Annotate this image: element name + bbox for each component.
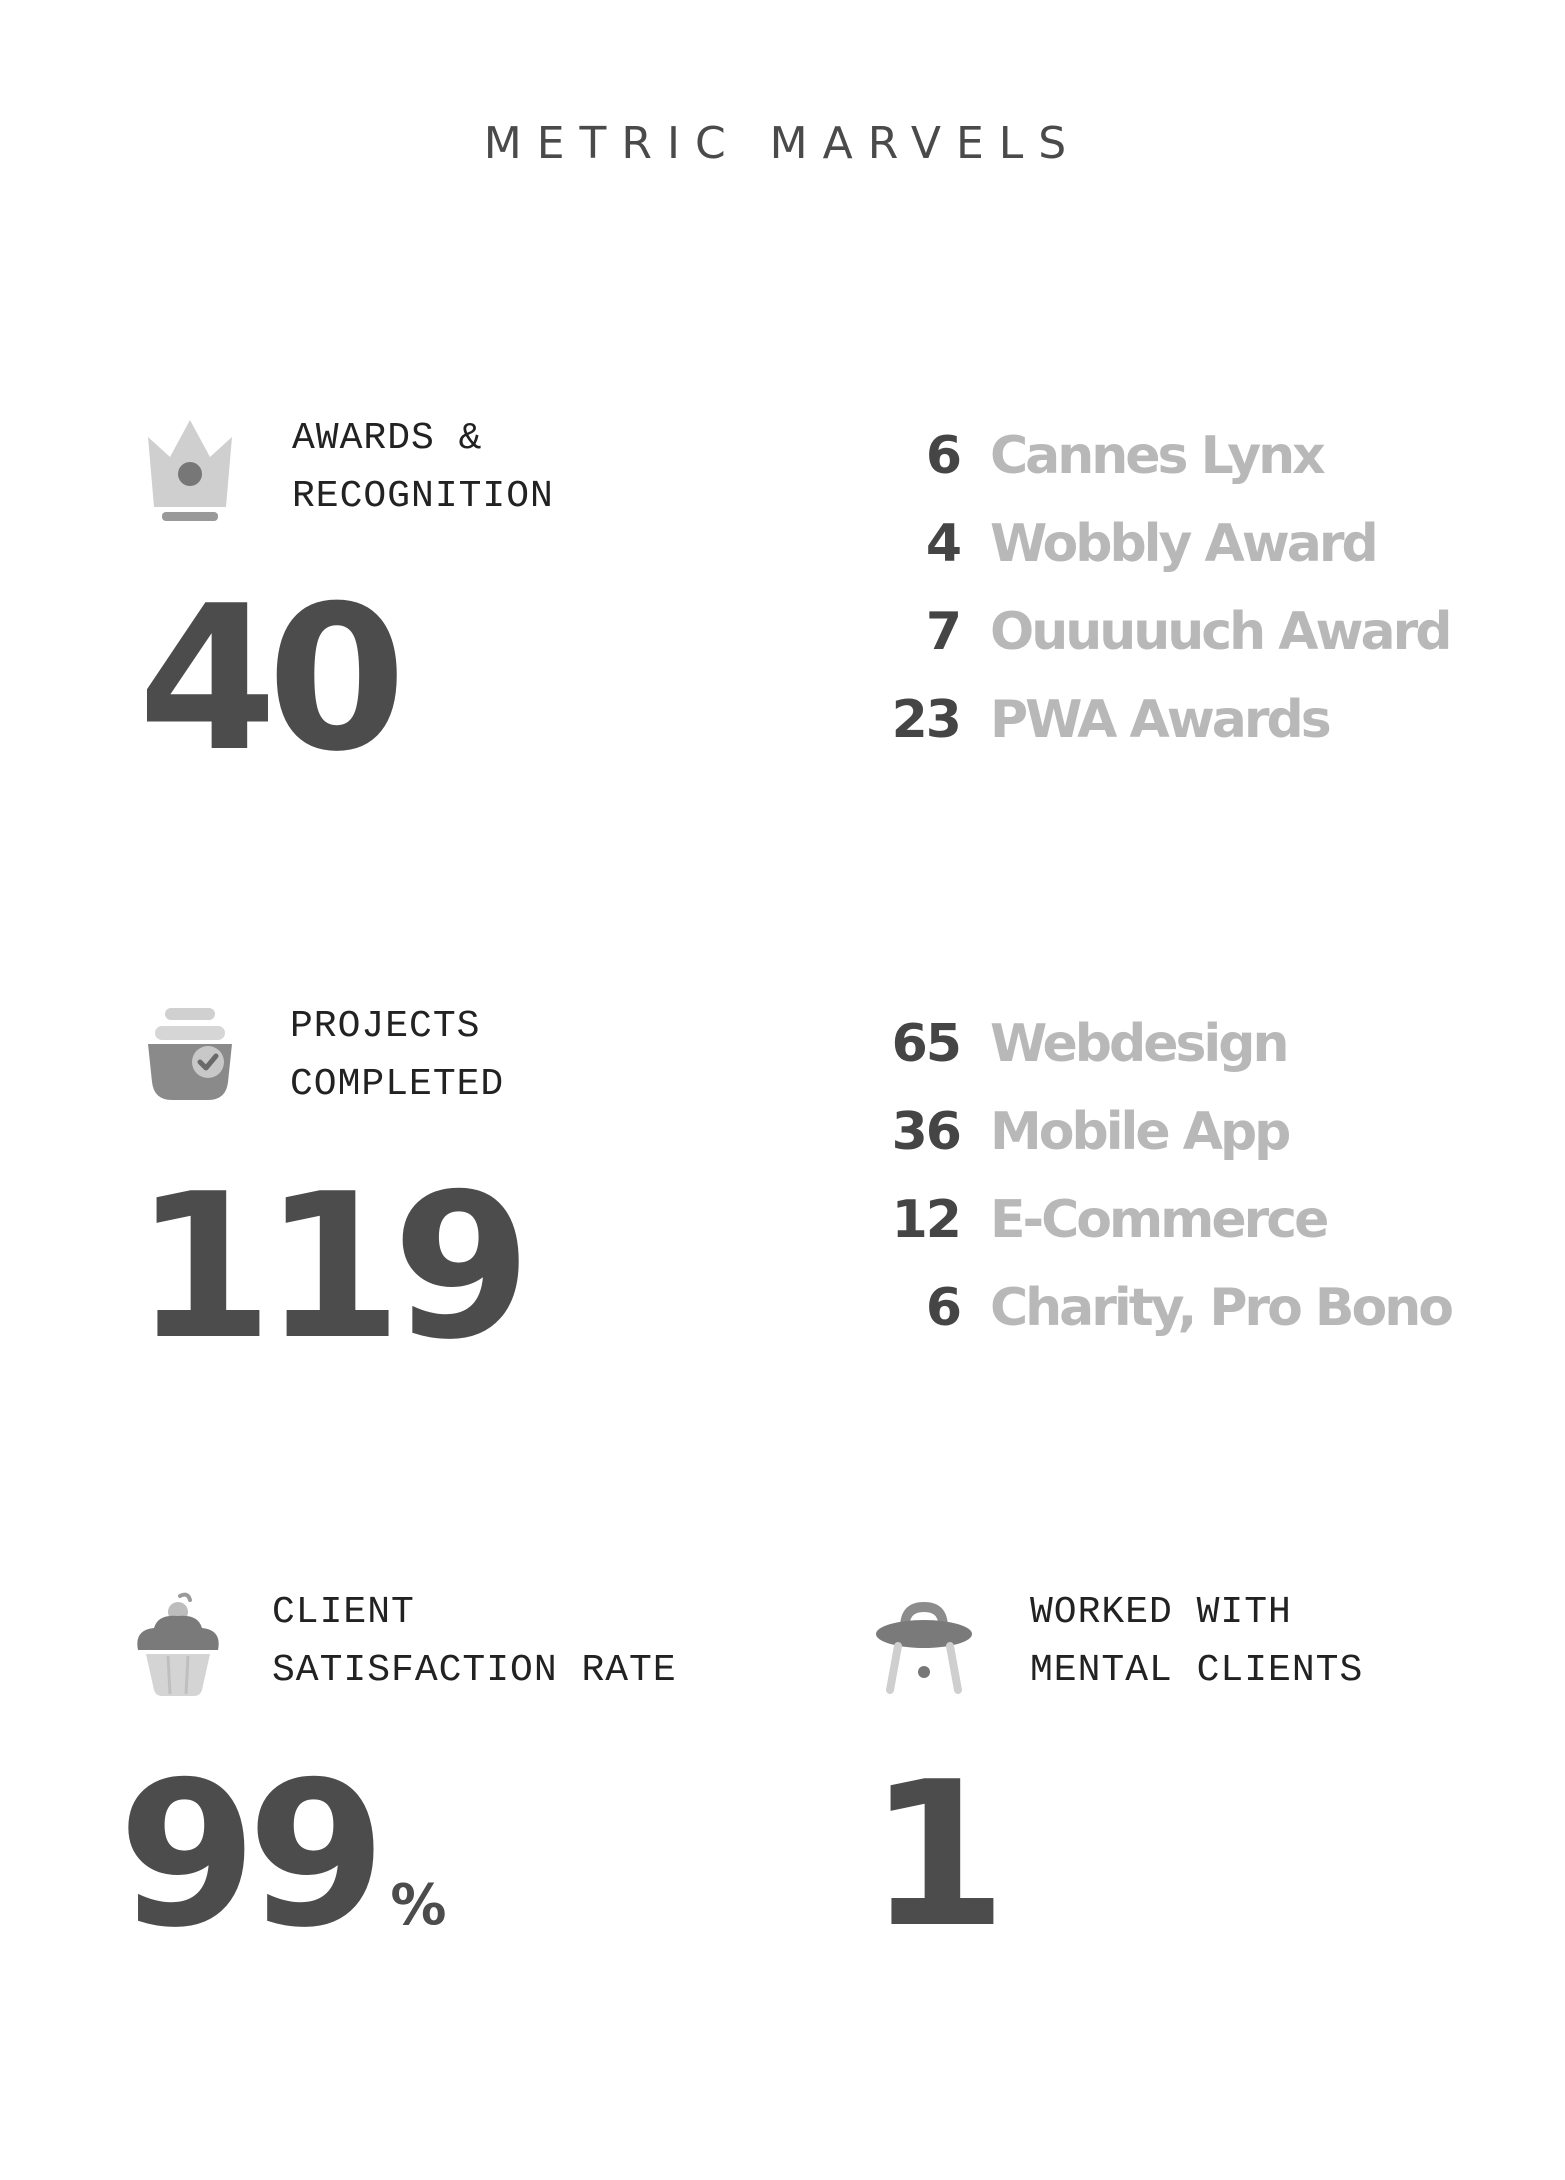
awards-label: AWARDS & RECOGNITION xyxy=(292,410,554,526)
breakdown-count: 7 xyxy=(925,602,962,662)
satisfaction-label-line1: CLIENT xyxy=(272,1591,415,1634)
projects-breakdown-row: 12 E-Commerce xyxy=(880,1176,1520,1264)
satisfaction-label: CLIENT SATISFACTION RATE xyxy=(272,1584,677,1700)
breakdown-count: 6 xyxy=(925,1278,962,1338)
awards-label-line2: RECOGNITION xyxy=(292,475,554,518)
pot-check-icon xyxy=(140,1000,240,1110)
mental-clients-count: 1 xyxy=(868,1739,1007,1972)
breakdown-count: 4 xyxy=(925,514,962,574)
awards-breakdown-row: 4 Wobbly Award xyxy=(880,500,1520,588)
projects-total: 119 xyxy=(134,1151,531,1384)
awards-breakdown: 6 Cannes Lynx 4 Wobbly Award 7 Ouuuuuch … xyxy=(880,412,1520,764)
projects-breakdown-row: 36 Mobile App xyxy=(880,1088,1520,1176)
awards-label-line1: AWARDS & xyxy=(292,417,483,460)
satisfaction-rate: 99% xyxy=(118,1756,446,2006)
projects-label-line1: PROJECTS xyxy=(290,1005,481,1048)
awards-total: 40 xyxy=(138,563,406,796)
projects-breakdown: 65 Webdesign 36 Mobile App 12 E-Commerce… xyxy=(880,1000,1520,1352)
breakdown-name: Cannes Lynx xyxy=(990,426,1326,486)
mental-clients-label: WORKED WITH MENTAL CLIENTS xyxy=(1030,1584,1363,1700)
breakdown-count: 23 xyxy=(891,690,962,750)
awards-breakdown-row: 23 PWA Awards xyxy=(880,676,1520,764)
crown-icon xyxy=(140,412,240,522)
breakdown-name: E-Commerce xyxy=(990,1190,1329,1250)
projects-label-line2: COMPLETED xyxy=(290,1063,505,1106)
breakdown-name: Webdesign xyxy=(990,1014,1290,1074)
awards-breakdown-row: 6 Cannes Lynx xyxy=(880,412,1520,500)
breakdown-name: Charity, Pro Bono xyxy=(990,1278,1454,1338)
projects-breakdown-row: 65 Webdesign xyxy=(880,1000,1520,1088)
mental-clients-label-line1: WORKED WITH xyxy=(1030,1591,1292,1634)
satisfaction-value: 99 xyxy=(118,1739,386,1972)
percent-unit: % xyxy=(390,1873,447,1938)
ufo-icon xyxy=(874,1590,974,1700)
breakdown-name: Ouuuuuch Award xyxy=(990,602,1452,662)
cupcake-icon xyxy=(128,1590,228,1700)
satisfaction-label-line2: SATISFACTION RATE xyxy=(272,1649,677,1692)
projects-label: PROJECTS COMPLETED xyxy=(290,998,504,1114)
projects-breakdown-row: 6 Charity, Pro Bono xyxy=(880,1264,1520,1352)
mental-clients-label-line2: MENTAL CLIENTS xyxy=(1030,1649,1364,1692)
breakdown-count: 36 xyxy=(891,1102,962,1162)
breakdown-count: 6 xyxy=(925,426,962,486)
page-title: METRIC MARVELS xyxy=(483,118,1082,169)
breakdown-name: Wobbly Award xyxy=(990,514,1379,574)
breakdown-count: 65 xyxy=(891,1014,962,1074)
breakdown-name: Mobile App xyxy=(990,1102,1291,1162)
breakdown-name: PWA Awards xyxy=(990,690,1332,750)
breakdown-count: 12 xyxy=(891,1190,962,1250)
awards-breakdown-row: 7 Ouuuuuch Award xyxy=(880,588,1520,676)
